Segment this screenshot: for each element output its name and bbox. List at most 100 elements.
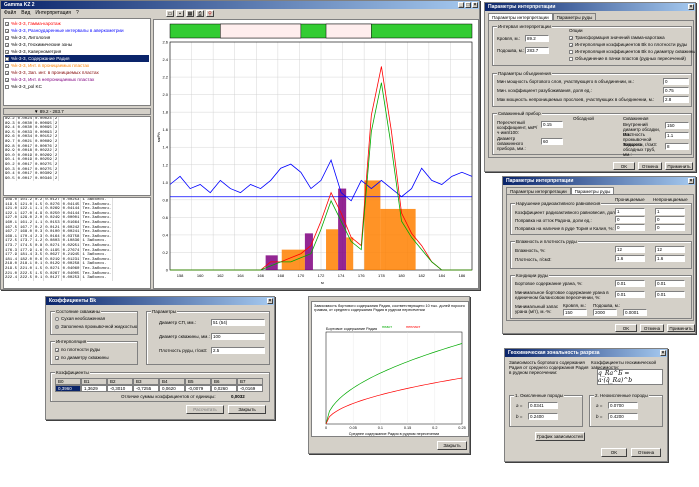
minimize-button[interactable]: _ [458, 2, 464, 8]
dry-radio[interactable]: Сухая необсаженная [55, 316, 105, 321]
params2-cancel-button[interactable]: Отмена [640, 324, 664, 332]
layer-item[interactable]: ✓ %k-3-3, Инт. в непроницаемых пластах [5, 76, 149, 83]
coef-value-cell[interactable]: -0,0079 [185, 385, 211, 392]
option-checkbox[interactable]: ✓ Интерполяция коэффициентов Bk по плотно… [569, 41, 695, 48]
layer-checkbox[interactable]: ✓ [5, 77, 9, 82]
layer-item[interactable]: ✓ %k-3-3, Кавернометрия [5, 48, 149, 55]
close-button[interactable]: × [472, 2, 478, 8]
geo-cancel-button[interactable]: Отмена [631, 448, 661, 457]
eq-r1-perm-input[interactable]: 1 [615, 208, 645, 215]
option-checkbox[interactable]: ✓ Трансформация значений гамма-каротажа [569, 34, 695, 41]
menu-interpretation[interactable]: Интерпретация [35, 9, 71, 17]
c2-input[interactable]: 2000 [593, 309, 617, 316]
table-row[interactable]: 90.5 0.0017 0.00346 2 [4, 176, 60, 182]
layer-item[interactable]: ✓ %k-3-3, Литология [5, 34, 149, 41]
diam-check-mark[interactable]: ✓ [55, 355, 59, 360]
density-perm-input[interactable]: 1.6 [615, 255, 645, 262]
coef-close-button[interactable]: × [267, 298, 273, 304]
coef-value-cell[interactable]: -0,0169 [237, 385, 263, 392]
grid-icon[interactable]: ▦ [186, 10, 194, 17]
maximize-button[interactable]: □ [465, 2, 471, 8]
eq-r3-imperm-input[interactable]: 0 [655, 224, 685, 231]
merge-r3-input[interactable]: 2.8 [663, 96, 689, 103]
open-icon[interactable]: ▭ [166, 10, 174, 17]
cond-r6-imperm-input[interactable]: 0.01 [655, 280, 685, 287]
layer-checkbox[interactable]: ✓ [5, 42, 9, 47]
eq-r1-imperm-input[interactable]: 1 [655, 208, 685, 215]
layer-checkbox[interactable]: ✓ [5, 49, 9, 54]
moisture-imperm-input[interactable]: 12 [655, 246, 685, 253]
cond-r7-perm-input[interactable]: 0.01 [615, 291, 645, 298]
layer-item[interactable]: ✓ %k-3-3, Содержание Радия [5, 55, 149, 62]
merge-r1-input[interactable]: 0 [663, 78, 689, 85]
bottom-input[interactable]: 283.7 [525, 47, 549, 54]
unox-b-input[interactable]: 0.4200 [608, 413, 638, 420]
coef-value-cell[interactable]: 0,3960 [55, 385, 81, 392]
table-row[interactable]: 173.7 174.5 0.8 0.0271 0.02951 Тех.Заболоч. [4, 243, 114, 249]
layer-checkbox[interactable]: ✓ [5, 63, 9, 68]
coef-value-cell[interactable]: 1,3629 [81, 385, 107, 392]
merge-r2-input[interactable]: 0.75 [663, 87, 689, 94]
option-check-mark[interactable]: ✓ [569, 42, 573, 47]
coef-value-cell[interactable]: -0,7255 [133, 385, 159, 392]
option-check-mark[interactable]: ✓ [569, 35, 573, 40]
option-check-mark[interactable] [569, 56, 573, 61]
cond-r6-perm-input[interactable]: 0.01 [615, 280, 645, 287]
coef-input[interactable]: 0.15 [541, 121, 563, 128]
coef-value-cell[interactable]: 0,0260 [211, 385, 237, 392]
layer-item[interactable]: ✓ %k-3-3, Разноударенные интервалы в авер… [5, 27, 149, 34]
option-check-mark[interactable] [569, 49, 573, 54]
eq-r3-perm-input[interactable]: 0 [615, 224, 645, 231]
params1-ok-button[interactable]: OK [613, 162, 635, 170]
dry-radio-mark[interactable] [55, 316, 59, 321]
coef-value-cell[interactable]: 0,0620 [159, 385, 185, 392]
calc-button[interactable]: Рассчитать [186, 405, 224, 414]
coef-close-btn[interactable]: Закрыть [228, 405, 266, 414]
params2-apply-button[interactable]: Применить [667, 324, 695, 332]
params1-cancel-button[interactable]: Отмена [638, 162, 662, 170]
layer-item[interactable]: ✓ %k-3-3, Геохимические зоны [5, 41, 149, 48]
layer-checkbox[interactable]: ✓ [5, 70, 9, 75]
layer-item[interactable]: ✓ %k-3-3, Зап. инт. в проницаемых пластах [5, 69, 149, 76]
fluid-radio-mark[interactable] [55, 324, 59, 329]
geo-ok-button[interactable]: OK [601, 448, 627, 457]
eq-r2-perm-input[interactable]: 0 [615, 216, 645, 223]
layer-item[interactable]: ✓ %k-3-3, Гамма-каротаж [5, 20, 149, 27]
d2-select[interactable]: 100 [211, 333, 265, 340]
density-imperm-input[interactable]: 1.6 [655, 255, 685, 262]
device-diam-input[interactable]: 60 [541, 138, 563, 145]
moisture-perm-input[interactable]: 12 [615, 246, 645, 253]
ox-a-input[interactable]: 0.0341 [528, 402, 558, 409]
params1-close-button[interactable]: × [688, 4, 694, 10]
table-row[interactable]: 219.5 221.0 1.5 0.0271 0.04060 Тех.Заболоч. [4, 266, 114, 272]
layer-checkbox[interactable]: ✓ [5, 35, 9, 40]
cond-r7-imperm-input[interactable]: 0.01 [655, 291, 685, 298]
d1-select[interactable]: 51 (54) [211, 319, 265, 326]
option-checkbox[interactable]: Объединение в пачки пластов (рудных пере… [569, 55, 695, 62]
menu-view[interactable]: Вид [21, 9, 30, 17]
density-check-mark[interactable]: ✓ [55, 347, 59, 352]
eq-r2-imperm-input[interactable]: 0 [655, 216, 685, 223]
menu-file[interactable]: Файл [4, 9, 16, 17]
table-row[interactable]: 222.4 222.5 0.1 0.0127 0.00253 1 Заболоч. [4, 276, 114, 281]
density-checkbox[interactable]: ✓ по плотности руды [55, 347, 100, 352]
ox-b-input[interactable]: 0.2400 [528, 413, 558, 420]
diam-checkbox[interactable]: ✓ по диаметру скважины [55, 355, 109, 360]
unox-a-input[interactable]: 0.0700 [608, 402, 638, 409]
table-row[interactable]: 109.0 101.2 0.2 0.0127 0.00253 1 Заболоч. [4, 198, 114, 203]
rho-select[interactable]: 2.5 [211, 347, 265, 354]
table-row[interactable]: 89.2 0.0024 0.00024 2 [4, 117, 60, 122]
top-input[interactable]: 89.2 [525, 35, 549, 42]
layer-checkbox[interactable] [5, 84, 9, 89]
graph-button[interactable]: График зависимостей [535, 432, 585, 441]
coef-value-cell[interactable]: -0,3010 [107, 385, 133, 392]
layer-item[interactable]: ✓ %k-3-3, Инт. в проницаемых пластах [5, 62, 149, 69]
zoom-icon[interactable]: ⚲ [206, 10, 214, 17]
save-icon[interactable]: ▪ [176, 10, 184, 17]
table-row[interactable]: 90.2 0.0017 0.00275 2 [4, 162, 60, 168]
inner-diam-input[interactable]: 150 [665, 122, 689, 129]
params2-ok-button[interactable]: OK [615, 324, 637, 332]
c1-input[interactable]: 150 [563, 309, 587, 316]
print-icon[interactable]: ⎙ [196, 10, 204, 17]
params2-close-button[interactable]: × [688, 178, 694, 184]
